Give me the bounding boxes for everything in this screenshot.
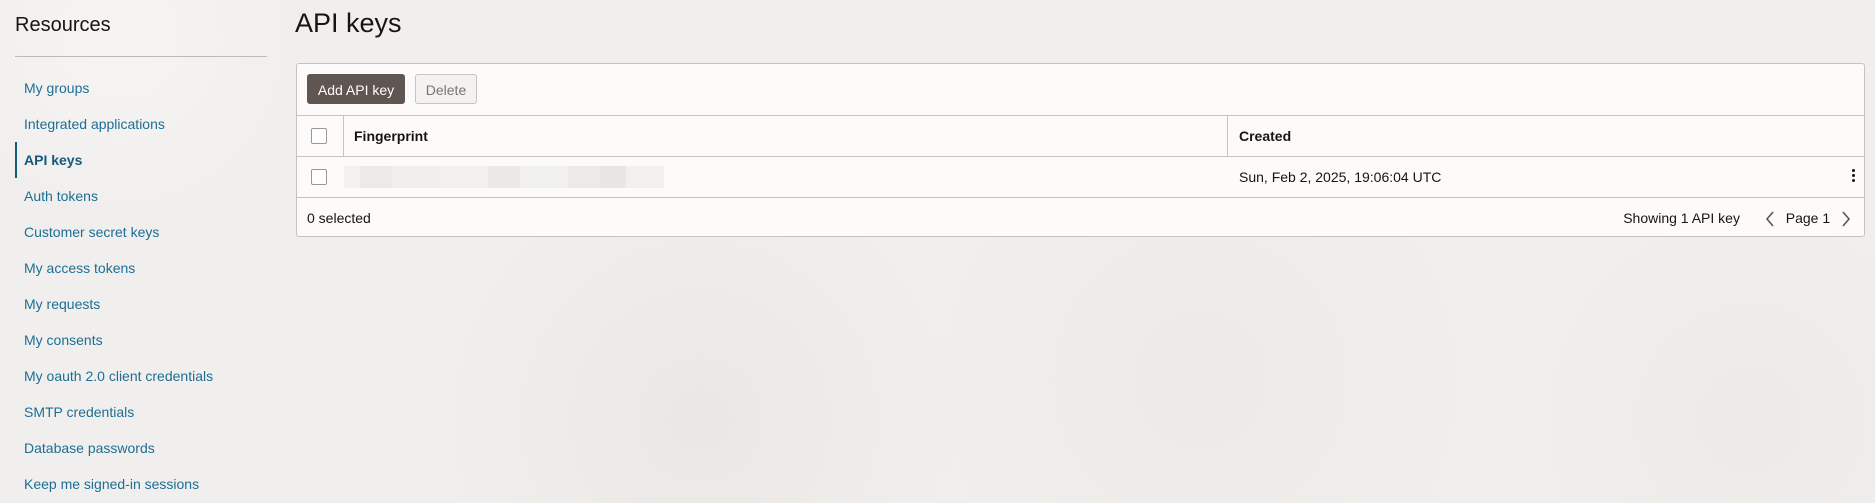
column-header-created[interactable]: Created <box>1229 116 1291 156</box>
redacted-fingerprint <box>344 166 664 188</box>
page-indicator: Page 1 <box>1785 210 1831 226</box>
sidebar-item-integrated-applications[interactable]: Integrated applications <box>15 106 267 142</box>
delete-button[interactable]: Delete <box>415 74 477 104</box>
page-title: API keys <box>295 8 402 38</box>
sidebar-item-my-groups[interactable]: My groups <box>15 70 267 106</box>
result-count: Showing 1 API key <box>1623 210 1740 226</box>
sidebar-item-database-passwords[interactable]: Database passwords <box>15 430 267 466</box>
sidebar-item-signed-in-sessions[interactable]: Keep me signed-in sessions <box>15 466 267 502</box>
chevron-right-icon[interactable] <box>1838 198 1854 238</box>
api-keys-table: Fingerprint Created Sun, Feb 2, 2025, 19… <box>297 115 1864 237</box>
sidebar-item-oauth-client-credentials[interactable]: My oauth 2.0 client credentials <box>15 358 267 394</box>
sidebar-item-my-consents[interactable]: My consents <box>15 322 267 358</box>
row-select-cell <box>297 157 343 197</box>
table-footer: 0 selected Showing 1 API key Page 1 <box>297 197 1864 237</box>
table-header-row: Fingerprint Created <box>297 115 1864 156</box>
selection-count: 0 selected <box>307 210 371 226</box>
select-all-cell <box>297 116 344 156</box>
fingerprint-cell <box>344 157 1228 197</box>
column-header-fingerprint[interactable]: Fingerprint <box>344 116 1228 156</box>
pagination: Showing 1 API key Page 1 <box>1623 198 1854 238</box>
sidebar-item-api-keys[interactable]: API keys <box>15 142 267 178</box>
table-row: Sun, Feb 2, 2025, 19:06:04 UTC <box>297 156 1864 197</box>
row-checkbox[interactable] <box>311 169 327 185</box>
sidebar-item-my-requests[interactable]: My requests <box>15 286 267 322</box>
sidebar-divider <box>15 56 267 57</box>
sidebar-item-auth-tokens[interactable]: Auth tokens <box>15 178 267 214</box>
sidebar-nav: My groups Integrated applications API ke… <box>15 70 267 502</box>
created-cell: Sun, Feb 2, 2025, 19:06:04 UTC <box>1239 169 1442 185</box>
sidebar-item-customer-secret-keys[interactable]: Customer secret keys <box>15 214 267 250</box>
sidebar-item-smtp-credentials[interactable]: SMTP credentials <box>15 394 267 430</box>
api-keys-panel: Add API key Delete Fingerprint Created S… <box>296 63 1865 237</box>
table-toolbar: Add API key Delete <box>297 64 1864 116</box>
sidebar-title: Resources <box>15 14 111 36</box>
select-all-checkbox[interactable] <box>311 128 327 144</box>
add-api-key-button[interactable]: Add API key <box>307 74 405 104</box>
sidebar-item-my-access-tokens[interactable]: My access tokens <box>15 250 267 286</box>
chevron-left-icon[interactable] <box>1762 198 1778 238</box>
kebab-menu-icon[interactable] <box>1850 169 1856 185</box>
